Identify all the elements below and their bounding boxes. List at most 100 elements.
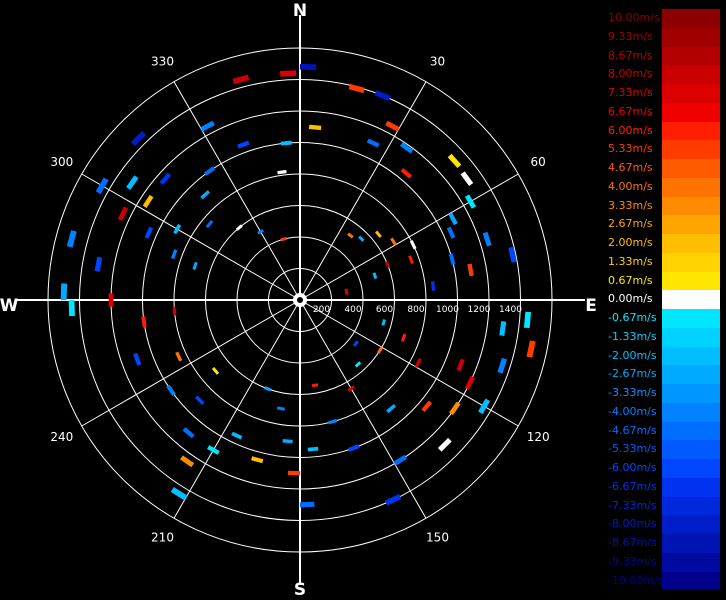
legend-label: -2.67m/s [608, 367, 657, 381]
legend-label: 2.67m/s [608, 217, 653, 231]
velocity-gate [400, 167, 413, 179]
velocity-gate [460, 171, 474, 187]
legend-label: 5.33m/s [608, 142, 653, 156]
legend-swatch [662, 234, 720, 253]
velocity-gate [280, 140, 292, 146]
azimuth-spoke [173, 81, 301, 301]
azimuth-spoke [81, 173, 301, 301]
velocity-gate [393, 454, 408, 466]
legend-entry: -0.67m/s [606, 309, 720, 328]
velocity-gate [408, 255, 414, 264]
velocity-gate [385, 120, 400, 132]
velocity-gate [377, 346, 384, 354]
legend-swatch [662, 309, 720, 328]
legend-label: 1.33m/s [608, 254, 653, 268]
legend-swatch [662, 459, 720, 478]
velocity-gate [446, 226, 456, 239]
velocity-gate [381, 319, 386, 326]
velocity-gate [390, 237, 397, 246]
velocity-gate [94, 256, 103, 272]
velocity-gate [358, 235, 365, 242]
legend-swatch [662, 571, 720, 591]
velocity-gate [142, 194, 154, 208]
velocity-gate [211, 366, 220, 375]
velocity-gate [144, 226, 154, 239]
legend-entry: -6.00m/s [606, 459, 720, 478]
legend-entry: 2.67m/s [606, 215, 720, 234]
velocity-gate [430, 281, 436, 291]
velocity-gate [108, 293, 114, 307]
azimuth-label: 120 [527, 430, 550, 444]
velocity-gate [251, 456, 264, 464]
velocity-gate [478, 398, 491, 415]
velocity-gate [231, 431, 243, 440]
velocity-gate [287, 470, 301, 476]
legend-entry: -5.33m/s [606, 440, 720, 459]
legend-entry: -6.67m/s [606, 477, 720, 497]
velocity-gate [195, 395, 205, 405]
velocity-gate [447, 153, 462, 169]
velocity-gate [497, 357, 508, 374]
velocity-gate [264, 386, 272, 392]
velocity-gate [384, 260, 391, 269]
velocity-gate [200, 120, 215, 132]
velocity-gate [299, 501, 315, 508]
azimuth-spoke [81, 299, 301, 427]
velocity-gate [200, 190, 211, 200]
legend-entry: -8.00m/s [606, 515, 720, 534]
velocity-gates [60, 63, 536, 508]
velocity-gate [277, 169, 287, 175]
velocity-gate [372, 272, 378, 280]
velocity-gate [299, 63, 317, 71]
legend-label: -0.67m/s [608, 311, 657, 324]
legend-entry: 4.67m/s [606, 159, 720, 178]
legend-swatch [662, 177, 720, 197]
legend-entry: 6.67m/s [606, 102, 720, 122]
legend-entry: 0.67m/s [606, 271, 720, 291]
velocity-gate [257, 229, 264, 235]
legend-swatch [662, 440, 720, 459]
legend-swatch [662, 477, 720, 497]
range-label: 800 [407, 305, 424, 315]
legend-label: -9.33m/s [608, 554, 657, 568]
velocity-gate [276, 406, 285, 411]
velocity-gate [171, 249, 178, 260]
velocity-gate [280, 236, 287, 242]
legend-label: 0.00m/s [608, 292, 653, 306]
velocity-gate [173, 223, 182, 235]
velocity-gate [204, 166, 216, 176]
velocity-gate [347, 232, 354, 239]
legend-swatch [662, 215, 720, 234]
legend-entry: -3.33m/s [606, 384, 720, 403]
legend-entry: -4.00m/s [606, 402, 720, 422]
legend-swatch [662, 121, 720, 141]
legend-label: -1.33m/s [608, 329, 657, 343]
velocity-gate [352, 340, 359, 347]
legend-label: 4.00m/s [608, 179, 653, 193]
legend-swatch [662, 252, 720, 272]
legend-label: 8.00m/s [608, 67, 653, 81]
velocity-gate [308, 124, 322, 131]
velocity-gate [448, 212, 458, 226]
legend-swatch [662, 327, 720, 347]
azimuth-label: 210 [151, 531, 174, 545]
legend-swatch [662, 159, 720, 178]
velocity-gate [175, 351, 183, 362]
legend-entry: 3.33m/s [606, 196, 720, 216]
legend-entry: -7.33m/s [606, 496, 720, 516]
range-label: 200 [313, 305, 330, 315]
velocity-gate [386, 404, 397, 414]
legend-swatch [662, 9, 720, 28]
velocity-gate [133, 352, 142, 366]
azimuth-label: 150 [426, 531, 449, 545]
velocity-gate [448, 253, 456, 266]
velocity-gate [311, 383, 319, 388]
legend-entry: 4.00m/s [606, 177, 720, 197]
velocity-gate [400, 333, 407, 342]
legend-swatch [662, 534, 720, 553]
legend-label: 0.67m/s [608, 273, 653, 287]
radar-center-marker [293, 293, 307, 307]
range-label: 1200 [468, 305, 491, 315]
legend-swatch [662, 140, 720, 159]
azimuth-label: 60 [531, 155, 546, 169]
